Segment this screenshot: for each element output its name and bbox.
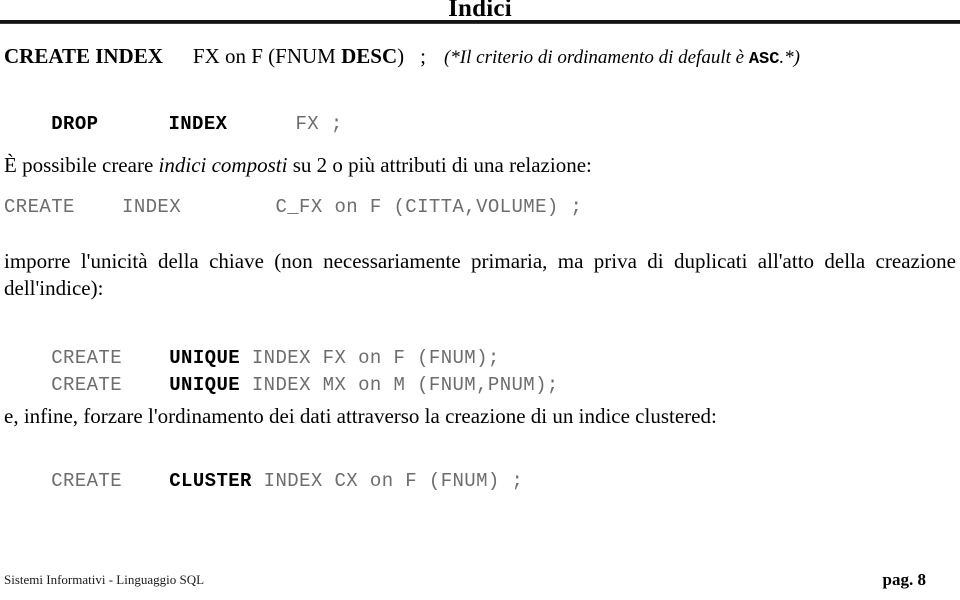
document-page: Indici CREATE INDEX FX on F (FNUM DESC); (… xyxy=(0,0,960,600)
comment-keyword-asc: ASC xyxy=(748,50,780,69)
unique-mx-suffix: INDEX MX on M (FNUM,PNUM); xyxy=(240,374,559,396)
paragraph-indice-clustered: e, infine, forzare l'ordinamento dei dat… xyxy=(4,404,717,428)
create-index-comment: (*Il criterio di ordinamento di default … xyxy=(443,47,800,69)
keyword-index: INDEX xyxy=(168,113,228,135)
footer-left-text: Sistemi Informativi - Linguaggio SQL xyxy=(4,572,205,587)
keyword-desc: DESC xyxy=(341,44,398,68)
page-title: Indici xyxy=(448,0,512,22)
create-index-close-paren: ) xyxy=(397,44,405,68)
code-line-drop-index: DROP INDEX FX ; xyxy=(4,90,343,159)
comment-text-after: .*) xyxy=(779,47,800,68)
paragraph-composti-after: su 2 o più attributi di una relazione: xyxy=(287,153,592,177)
comment-text-before: (*Il criterio di ordinamento di default … xyxy=(443,47,749,68)
create-index-target: FX on F (FNUM xyxy=(192,44,342,68)
paragraph-indici-composti: È possibile creare indici composti su 2 … xyxy=(4,152,956,179)
paragraph-unicita-chiave: imporre l'unicità della chiave (non nece… xyxy=(4,249,956,300)
unique-mx-prefix: CREATE xyxy=(51,374,170,396)
emphasis-indici-composti: indici composti xyxy=(158,153,288,177)
keyword-cluster: CLUSTER xyxy=(169,470,252,492)
code-line-composite-index: CREATE INDEX C_FX on F (CITTA,VOLUME) ; xyxy=(4,196,583,218)
create-index-semicolon: ; xyxy=(420,44,426,68)
cluster-prefix: CREATE xyxy=(51,470,170,492)
code-line-create-index: CREATE INDEX FX on F (FNUM DESC); (*Il cri… xyxy=(4,44,800,72)
keyword-unique-mx: UNIQUE xyxy=(169,374,241,396)
code-line-cluster-index: CREATE CLUSTER INDEX CX on F (FNUM) ; xyxy=(4,447,523,516)
cluster-suffix: INDEX CX on F (FNUM) ; xyxy=(251,470,524,492)
header-divider-rule xyxy=(0,20,960,24)
keyword-drop: DROP xyxy=(51,113,99,135)
footer-page-number: pag. 8 xyxy=(882,570,926,589)
paragraph-composti-before: È possibile creare xyxy=(4,153,159,177)
keyword-create-index: CREATE INDEX xyxy=(4,44,163,68)
drop-index-target: FX ; xyxy=(295,113,343,135)
